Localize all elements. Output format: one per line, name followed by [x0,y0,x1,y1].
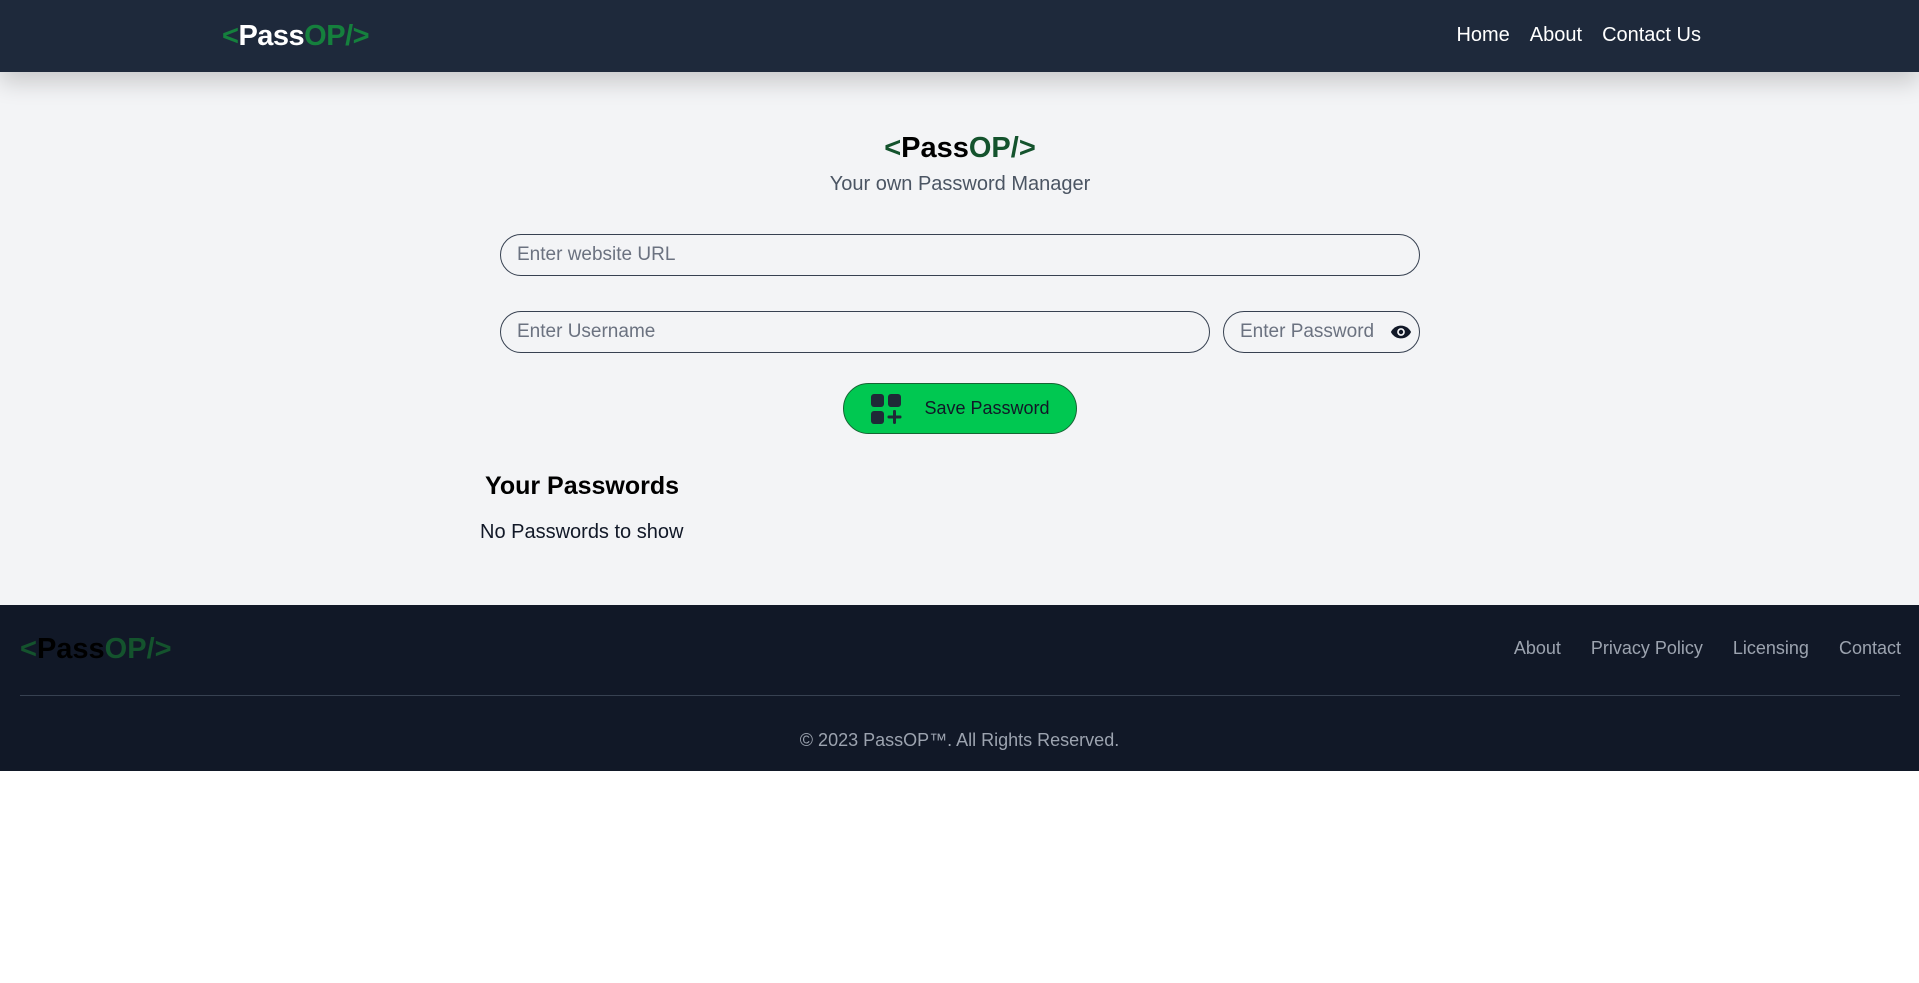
save-password-button[interactable]: Save Password [843,383,1077,434]
logo-close-bracket: > [352,20,370,52]
nav-logo[interactable]: <PassOP/> [222,16,370,56]
logo-open-bracket: < [20,633,37,665]
footer-link-about[interactable]: About [1514,635,1561,661]
footer-logo[interactable]: <PassOP/> [20,629,172,669]
passwords-heading: Your Passwords [485,472,680,500]
nav-links: Home About Contact Us [1456,20,1701,50]
main-container: <PassOP/> Your own Password Manager Save… [480,72,1440,605]
logo-pass: Pass [36,633,105,665]
footer-link-contact[interactable]: Contact [1839,635,1901,661]
logo-open-bracket: < [222,20,239,52]
footer-link-privacy[interactable]: Privacy Policy [1591,635,1703,661]
navbar: <PassOP/> Home About Contact Us [0,0,1919,72]
hero-logo: <PassOP/> [480,128,1440,168]
copyright-text: © 2023 PassOP™. All Rights Reserved. [799,730,1120,750]
logo-close-bracket: > [1018,132,1036,164]
eye-icon[interactable] [1390,323,1412,341]
logo-open-bracket: < [884,132,902,164]
footer: <PassOP/> About Privacy Policy Licensing… [0,605,1919,771]
logo-op: OP/ [104,633,155,665]
empty-state-text: No Passwords to show [480,521,684,543]
nav-link-home[interactable]: Home [1456,20,1509,50]
footer-divider [20,695,1900,696]
save-password-label: Save Password [924,398,1050,418]
nav-link-about[interactable]: About [1530,20,1582,50]
footer-link-licensing[interactable]: Licensing [1733,635,1809,661]
logo-pass: Pass [238,20,305,52]
add-grid-icon [871,393,902,424]
hero-subtitle: Your own Password Manager [829,173,1091,195]
nav-link-contact[interactable]: Contact Us [1602,20,1701,50]
logo-close-bracket: > [154,633,172,665]
website-url-input[interactable] [500,234,1420,276]
logo-op: OP/ [968,132,1019,164]
footer-links: About Privacy Policy Licensing Contact [1514,635,1901,661]
logo-op: OP/ [304,20,353,52]
username-input[interactable] [500,311,1210,353]
logo-pass: Pass [901,132,969,164]
